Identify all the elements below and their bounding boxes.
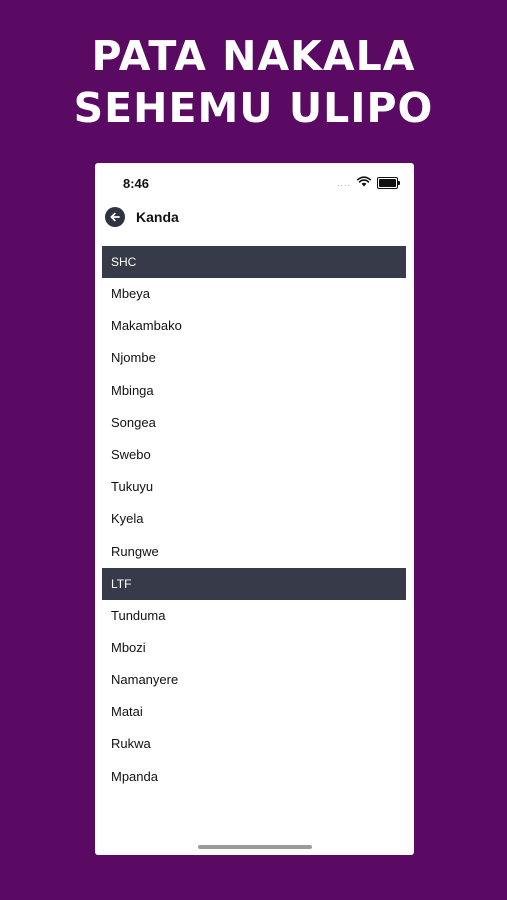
list-item[interactable]: Mbinga bbox=[102, 375, 406, 407]
back-button[interactable] bbox=[105, 207, 125, 227]
region-list: SHC Mbeya Makambako Njombe Mbinga Songea… bbox=[102, 246, 406, 793]
list-item[interactable]: Mbozi bbox=[102, 632, 406, 664]
battery-icon bbox=[377, 177, 400, 189]
back-arrow-icon bbox=[109, 211, 121, 223]
promo-headline: PATA NAKALA SEHEMU ULIPO bbox=[0, 30, 507, 134]
list-item[interactable]: Songea bbox=[102, 407, 406, 439]
nav-bar: Kanda bbox=[95, 203, 414, 233]
signal-icon: .... bbox=[336, 178, 351, 188]
list-item[interactable]: Mpanda bbox=[102, 761, 406, 793]
home-indicator[interactable] bbox=[198, 845, 312, 849]
list-item[interactable]: Swebo bbox=[102, 439, 406, 471]
list-item[interactable]: Tukuyu bbox=[102, 471, 406, 503]
page-title: Kanda bbox=[136, 209, 179, 225]
promo-line-1: PATA NAKALA bbox=[91, 32, 416, 80]
section-header-shc: SHC bbox=[102, 246, 406, 278]
list-item[interactable]: Namanyere bbox=[102, 664, 406, 696]
promo-line-2: SEHEMU ULIPO bbox=[73, 84, 434, 132]
status-time: 8:46 bbox=[123, 176, 150, 191]
list-item[interactable]: Matai bbox=[102, 696, 406, 728]
section-header-ltf: LTF bbox=[102, 567, 406, 600]
list-item[interactable]: Tunduma bbox=[102, 600, 406, 632]
list-item[interactable]: Kyela bbox=[102, 503, 406, 535]
list-item[interactable]: Njombe bbox=[102, 342, 406, 374]
list-item[interactable]: Mbeya bbox=[102, 278, 406, 310]
wifi-icon bbox=[357, 174, 371, 192]
phone-screen: 8:46 .... Kanda SHC Mbeya Makambako Njom… bbox=[95, 163, 414, 855]
status-icons: .... bbox=[336, 174, 400, 192]
list-item[interactable]: Makambako bbox=[102, 310, 406, 342]
list-item[interactable]: Rukwa bbox=[102, 728, 406, 760]
list-item[interactable]: Rungwe bbox=[102, 536, 406, 568]
status-bar: 8:46 .... bbox=[95, 163, 414, 203]
